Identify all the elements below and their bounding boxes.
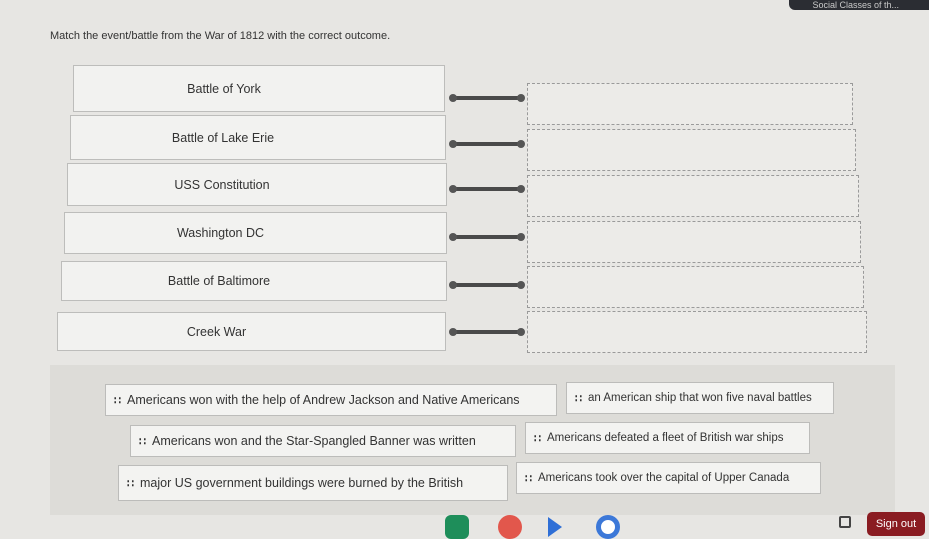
prompt-label: Creek War <box>186 324 247 339</box>
drop-zone[interactable] <box>527 83 853 125</box>
window-title-corner: Social Classes of th... <box>789 0 929 10</box>
prompt-creek-war: Creek War <box>57 312 446 351</box>
answer-label: Americans defeated a fleet of British wa… <box>547 432 784 444</box>
drop-zone[interactable] <box>527 311 867 353</box>
drag-handle-icon: ∷ <box>525 472 532 485</box>
answer-chip[interactable]: ∷ major US government buildings were burn… <box>118 465 508 501</box>
drag-handle-icon: ∷ <box>534 432 541 445</box>
play-store-icon[interactable] <box>548 517 562 537</box>
answer-chip[interactable]: ∷ an American ship that won five naval ba… <box>566 382 834 414</box>
answer-label: Americans took over the capital of Upper… <box>538 472 790 484</box>
prompt-label: Battle of Lake Erie <box>171 130 275 145</box>
drag-handle-icon: ∷ <box>139 435 146 448</box>
connector-line <box>449 185 525 193</box>
question-instructions: Match the event/battle from the War of 1… <box>50 30 391 42</box>
prompt-washington-dc: Washington DC <box>64 212 447 254</box>
answer-label: major US government buildings were burne… <box>140 476 464 490</box>
drop-zone[interactable] <box>527 221 861 263</box>
connector-line <box>449 140 525 148</box>
connector-line <box>449 281 525 289</box>
prompt-label: Battle of York <box>187 81 261 96</box>
drag-handle-icon: ∷ <box>127 477 134 490</box>
drag-handle-icon: ∷ <box>575 392 582 405</box>
drop-zone[interactable] <box>527 175 859 217</box>
prompt-label: USS Constitution <box>174 177 270 192</box>
connector-line <box>449 94 525 102</box>
chrome-icon[interactable] <box>596 515 620 539</box>
prompt-battle-of-lake-erie: Battle of Lake Erie <box>70 115 446 160</box>
paint-app-icon[interactable] <box>498 515 522 539</box>
sign-out-button[interactable]: Sign out <box>867 512 925 536</box>
prompt-battle-of-baltimore: Battle of Baltimore <box>61 261 447 301</box>
answer-chip[interactable]: ∷ Americans took over the capital of Uppe… <box>516 462 821 494</box>
screen-capture-icon[interactable] <box>839 516 851 528</box>
prompt-uss-constitution: USS Constitution <box>67 163 447 206</box>
drop-zone[interactable] <box>527 266 864 308</box>
prompt-battle-of-york: Battle of York <box>73 65 445 112</box>
answer-chip[interactable]: ∷ Americans won with the help of Andrew J… <box>105 384 557 416</box>
answer-chip[interactable]: ∷ Americans won and the Star-Spangled Ban… <box>130 425 516 457</box>
drag-handle-icon: ∷ <box>114 394 121 407</box>
connector-line <box>449 233 525 241</box>
answer-label: an American ship that won five naval bat… <box>588 392 812 404</box>
answer-label: Americans won and the Star-Spangled Bann… <box>152 434 476 448</box>
prompt-label: Washington DC <box>176 226 265 240</box>
prompt-label: Battle of Baltimore <box>167 274 271 288</box>
answer-chip[interactable]: ∷ Americans defeated a fleet of British w… <box>525 422 810 454</box>
drop-zone[interactable] <box>527 129 856 171</box>
classroom-app-icon[interactable] <box>445 515 469 539</box>
answer-label: Americans won with the help of Andrew Ja… <box>127 393 520 407</box>
connector-line <box>449 328 525 336</box>
